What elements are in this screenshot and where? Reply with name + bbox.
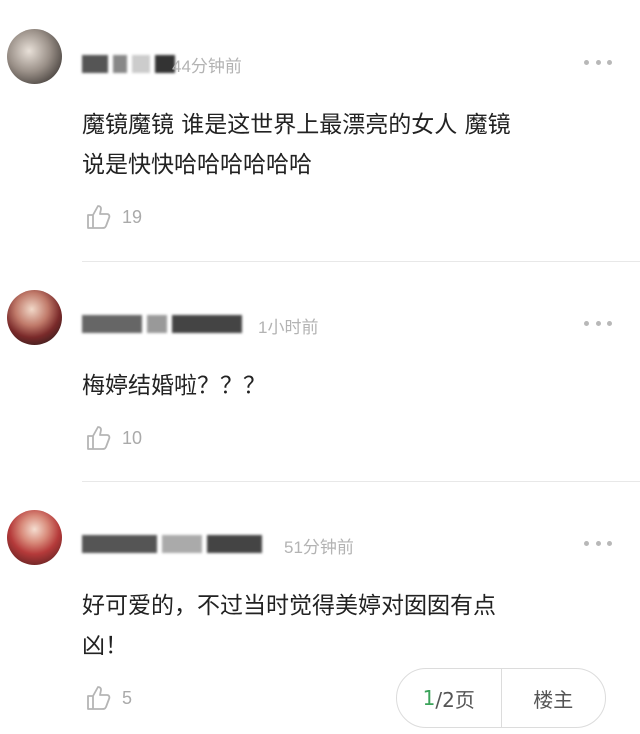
like-count: 10 xyxy=(122,427,143,448)
total-pages: /2页 xyxy=(435,687,475,712)
more-dots-icon[interactable] xyxy=(584,319,612,327)
comment-item: 1小时前 梅婷结婚啦？？？ 10 xyxy=(0,262,640,482)
more-dots-icon[interactable] xyxy=(584,58,612,66)
comment-item: 44分钟前 魔镜魔镜 谁是这世界上最漂亮的女人 魔镜 说是快快哈哈哈哈哈哈 19 xyxy=(0,0,640,262)
comment-text: 梅婷结婚啦？？？ xyxy=(82,366,602,406)
comment-text-line: 凶！ xyxy=(82,633,128,659)
page-indicator-button[interactable]: 1/2页 xyxy=(397,669,501,727)
like-count: 19 xyxy=(122,206,143,227)
comment-text-line: 好可爱的，不过当时觉得美婷对囡囡有点 xyxy=(82,593,496,619)
like-button[interactable]: 19 xyxy=(84,203,142,231)
op-only-button[interactable]: 楼主 xyxy=(502,669,606,727)
comment-text-line: 说是快快哈哈哈哈哈哈 xyxy=(82,152,312,178)
comment-text-line: 魔镜魔镜 谁是这世界上最漂亮的女人 魔镜 xyxy=(82,112,511,138)
username-redacted[interactable] xyxy=(82,532,267,556)
thumbs-up-icon xyxy=(87,686,111,710)
thumbs-up-icon xyxy=(87,205,111,229)
comment-time: 1小时前 xyxy=(258,318,319,337)
more-dots-icon[interactable] xyxy=(584,539,612,547)
comment-time: 51分钟前 xyxy=(284,538,354,557)
thumbs-up-icon xyxy=(87,426,111,450)
comment-text-line: 梅婷结婚啦？？？ xyxy=(82,373,266,399)
current-page: 1 xyxy=(422,686,436,710)
comment-time: 44分钟前 xyxy=(172,57,242,76)
like-button[interactable]: 5 xyxy=(84,684,132,712)
username-redacted[interactable] xyxy=(82,312,247,336)
comment-text: 魔镜魔镜 谁是这世界上最漂亮的女人 魔镜 说是快快哈哈哈哈哈哈 xyxy=(82,105,602,185)
avatar[interactable] xyxy=(7,290,62,345)
like-count: 5 xyxy=(122,687,133,708)
page-navigator: 1/2页 楼主 xyxy=(396,668,606,728)
comment-text: 好可爱的，不过当时觉得美婷对囡囡有点 凶！ xyxy=(82,586,602,666)
username-redacted[interactable] xyxy=(82,52,180,76)
avatar[interactable] xyxy=(7,29,62,84)
avatar[interactable] xyxy=(7,510,62,565)
like-button[interactable]: 10 xyxy=(84,424,142,452)
